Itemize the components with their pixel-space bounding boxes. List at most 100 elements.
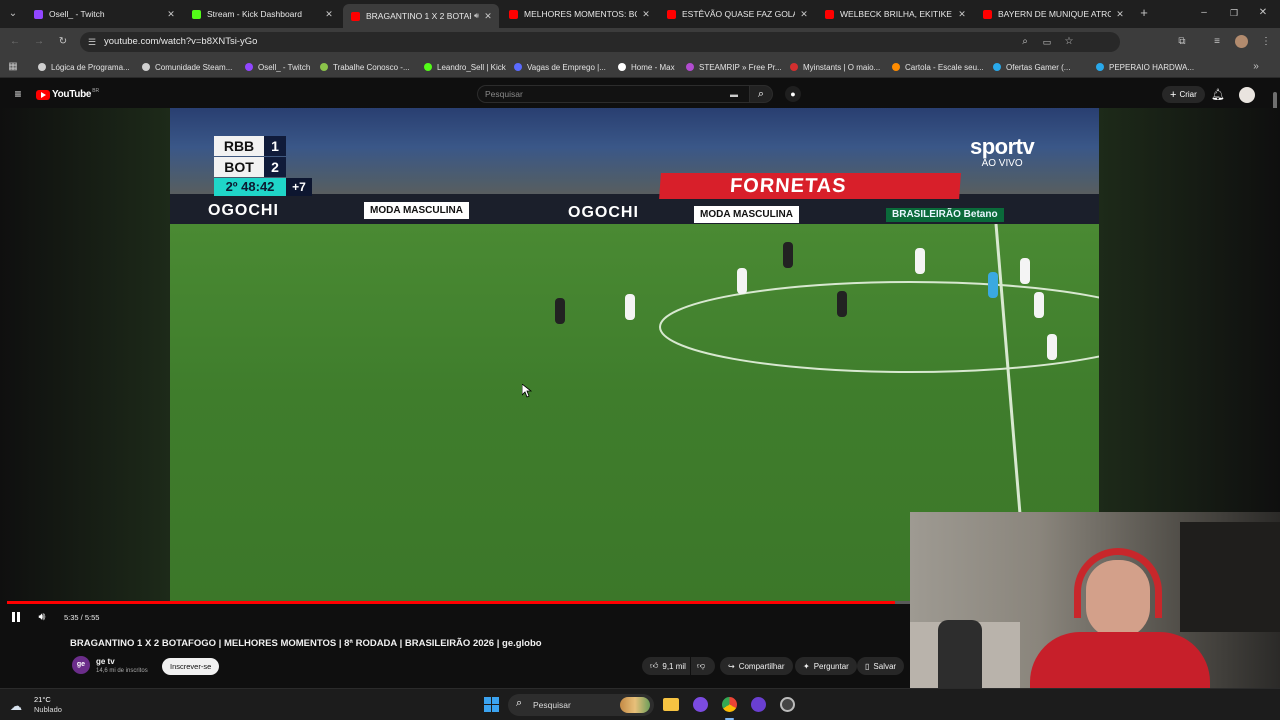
scoreboard-home: RBB 1 <box>214 136 312 156</box>
fornetas-text: FORNETAS <box>729 175 848 197</box>
search-button[interactable]: ⌕ <box>749 85 773 103</box>
youtube-play-icon <box>36 89 50 100</box>
notifications-bell-icon[interactable]: 🔔︎ <box>1211 88 1225 102</box>
reload-icon[interactable]: ↻ <box>56 35 70 49</box>
recording-app-icon[interactable] <box>780 697 795 712</box>
subscribe-button[interactable]: Inscrever-se <box>162 658 220 675</box>
close-window-button[interactable]: ✕ <box>1256 6 1270 20</box>
chrome-icon[interactable] <box>722 697 737 712</box>
keyboard-icon[interactable]: ▬ <box>728 88 740 102</box>
forward-icon[interactable]: → <box>32 35 46 49</box>
broadcaster-logo: sportv AO VIVO <box>970 134 1035 169</box>
cast-icon[interactable]: ▭ <box>1040 35 1054 49</box>
address-bar[interactable]: ☰ youtube.com/watch?v=b8XNTsi-yGo ⌕ ▭ ☆ <box>80 32 1120 52</box>
tab-close-icon[interactable]: ✕ <box>799 9 809 20</box>
bookmark-item[interactable]: Trabalhe Conosco -... <box>320 60 410 74</box>
tab-close-icon[interactable]: ✕ <box>641 9 651 20</box>
share-label: Compartilhar <box>738 661 785 671</box>
tab-6[interactable]: WELBECK BRILHA, EKITIKE SAI ✕ <box>817 4 973 24</box>
dislike-button[interactable]: 👎︎ <box>691 657 715 675</box>
tab-3[interactable]: BRAGANTINO 1 X 2 BOTAF 🔊︎ ✕ <box>343 4 499 28</box>
zoom-icon[interactable]: ⌕ <box>1018 35 1032 49</box>
bookmark-favicon-icon <box>320 63 328 71</box>
back-icon[interactable]: ← <box>8 35 22 49</box>
video-title: BRAGANTINO 1 X 2 BOTAFOGO | MELHORES MOM… <box>70 638 542 649</box>
added-time: +7 <box>286 178 312 196</box>
tab-5[interactable]: ESTÊVÃO QUASE FAZ GOLAÇO ✕ <box>659 4 815 24</box>
twitch-app-icon-2[interactable] <box>751 697 766 712</box>
bookmark-item[interactable]: Home - Max <box>618 60 675 74</box>
start-button[interactable] <box>484 697 499 712</box>
bookmark-item[interactable]: PEPERAIO HARDWA... <box>1096 60 1194 74</box>
minimize-button[interactable]: – <box>1197 6 1211 20</box>
bookmark-label: Home - Max <box>631 62 675 72</box>
reading-list-icon[interactable]: ≡ <box>1210 35 1224 49</box>
share-button[interactable]: ↪ Compartilhar <box>720 657 793 675</box>
bookmarks-bar: ▦ Lógica de Programa... Comunidade Steam.… <box>0 56 1280 78</box>
tab-close-icon[interactable]: ✕ <box>957 9 967 20</box>
channel-avatar-small[interactable]: ge <box>72 656 90 674</box>
player-referee <box>988 272 998 298</box>
pause-button[interactable] <box>10 612 22 622</box>
ad-board-moda-2: MODA MASCULINA <box>694 206 799 223</box>
tab-audio-icon[interactable]: 🔊︎ <box>474 11 479 21</box>
bookmark-item[interactable]: Comunidade Steam... <box>142 60 232 74</box>
bookmark-item[interactable]: Myinstants | O maio... <box>790 60 880 74</box>
bookmark-label: Osell_ - Twitch <box>258 62 311 72</box>
bookmark-label: Cartola - Escale seu... <box>905 62 984 72</box>
bookmark-item[interactable]: STEAMRIP » Free Pr... <box>686 60 782 74</box>
apps-grid-icon[interactable]: ▦ <box>6 60 20 74</box>
profile-avatar[interactable] <box>1235 35 1248 48</box>
more-bookmarks-icon[interactable]: » <box>1249 60 1263 74</box>
player-white-6 <box>1047 334 1057 360</box>
site-info-icon[interactable]: ☰ <box>86 35 98 49</box>
taskbar-search[interactable]: ⌕ Pesquisar <box>508 694 654 716</box>
tab-close-icon[interactable]: ✕ <box>324 9 334 20</box>
ad-board-ogochi: OGOCHI <box>208 202 279 219</box>
search-input[interactable]: Pesquisar ▬ <box>477 85 749 103</box>
url-text: youtube.com/watch?v=b8XNTsi-yGo <box>104 36 258 47</box>
windows-taskbar: ☁ 21°C Nublado ⌕ Pesquisar <box>0 688 1280 720</box>
bookmark-label: Lógica de Programa... <box>51 62 130 72</box>
bookmark-label: Ofertas Gamer (... <box>1006 62 1071 72</box>
bookmark-favicon-icon <box>993 63 1001 71</box>
tab-search-icon[interactable]: ⌄ <box>6 7 20 21</box>
create-button[interactable]: + Criar <box>1162 86 1205 103</box>
tab-close-icon[interactable]: ✕ <box>483 11 493 22</box>
ask-button[interactable]: ✦ Perguntar <box>795 657 857 675</box>
bookmark-item[interactable]: Ofertas Gamer (... <box>993 60 1070 74</box>
bookmark-favicon-icon <box>686 63 694 71</box>
tab-title: BRAGANTINO 1 X 2 BOTAF <box>366 11 471 21</box>
tab-1[interactable]: Osell_ - Twitch ✕ <box>26 4 182 24</box>
volume-icon[interactable]: 🔊︎ <box>34 610 50 624</box>
youtube-logo[interactable]: YouTube BR <box>36 87 100 100</box>
tab-close-icon[interactable]: ✕ <box>1115 9 1125 20</box>
tab-2[interactable]: Stream - Kick Dashboard ✕ <box>184 4 340 24</box>
bookmark-item[interactable]: Lógica de Programa... <box>38 60 130 74</box>
tab-4[interactable]: MELHORES MOMENTOS: BOR ✕ <box>501 4 657 24</box>
tab-close-icon[interactable]: ✕ <box>166 9 176 20</box>
channel-avatar[interactable] <box>1239 87 1255 103</box>
save-button[interactable]: ▯ Salvar <box>857 657 905 675</box>
share-icon: ↪ <box>728 661 735 671</box>
channel-name[interactable]: ge tv <box>96 657 115 666</box>
new-tab-button[interactable]: + <box>1137 6 1151 20</box>
bookmark-star-icon[interactable]: ☆ <box>1062 35 1076 49</box>
tab-7[interactable]: BAYERN DE MUNIQUE ATROPE ✕ <box>975 4 1131 24</box>
twitch-app-icon[interactable] <box>693 697 708 712</box>
file-explorer-icon[interactable] <box>663 698 679 711</box>
guide-menu-icon[interactable]: ≡ <box>10 87 26 101</box>
bookmark-item[interactable]: Leandro_Sell | Kick <box>424 60 506 74</box>
bookmark-label: Vagas de Emprego |... <box>527 62 606 72</box>
extensions-icon[interactable]: ⧉ <box>1175 35 1189 49</box>
bookmark-item[interactable]: Vagas de Emprego |... <box>514 60 606 74</box>
like-button[interactable]: 👍︎ 9,1 mil <box>642 657 690 675</box>
restore-button[interactable]: ❐ <box>1227 6 1241 20</box>
bookmark-label: Myinstants | O maio... <box>803 62 881 72</box>
bookmark-item[interactable]: Cartola - Escale seu... <box>892 60 984 74</box>
voice-search-button[interactable]: ● <box>785 86 801 102</box>
browser-menu-icon[interactable]: ⋮ <box>1259 35 1273 49</box>
bookmark-item[interactable]: Osell_ - Twitch <box>245 60 310 74</box>
country-code: BR <box>92 87 100 94</box>
tab-title: BAYERN DE MUNIQUE ATROPE <box>998 9 1111 19</box>
